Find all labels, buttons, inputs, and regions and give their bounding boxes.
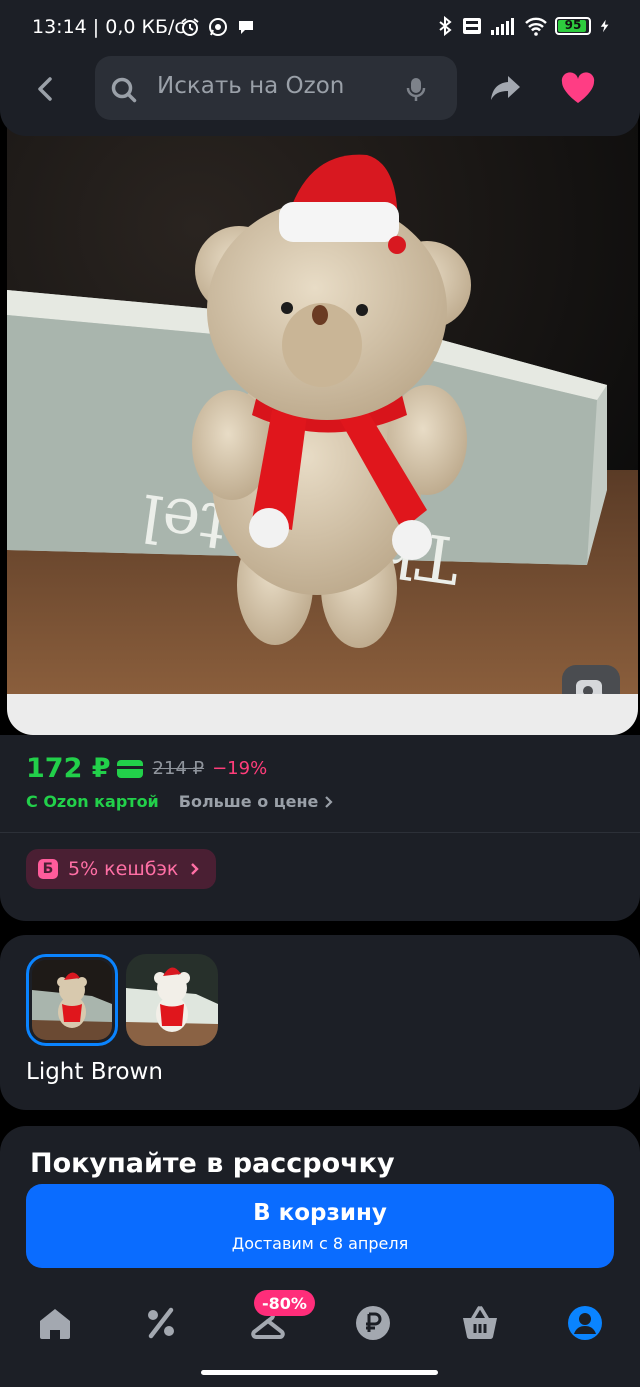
volte-icon (463, 18, 481, 34)
nav-cart[interactable] (458, 1301, 502, 1345)
bluetooth-icon (439, 16, 452, 36)
alarm-icon (181, 18, 199, 36)
battery-level: 95 (564, 18, 582, 32)
cashback-label: 5% кешбэк (68, 858, 179, 880)
status-time: 13:14 | 0,0 КБ/с (32, 16, 185, 38)
back-button[interactable] (28, 72, 62, 106)
price-row: 172 ₽ 214 ₽ −19% (26, 753, 267, 784)
divider (0, 832, 640, 833)
chat-icon (239, 21, 253, 34)
back-icon (38, 77, 52, 101)
price-section: 172 ₽ 214 ₽ −19% С Ozon картой Больше о … (0, 735, 640, 921)
variant-light-brown-thumbnail (32, 960, 112, 1040)
variant-white-thumbnail (126, 954, 218, 1046)
battery-icon: 95 (555, 17, 591, 35)
price-subline: С Ozon картой Больше о цене (26, 792, 334, 811)
profile-icon (568, 1306, 602, 1340)
home-icon (40, 1309, 70, 1339)
wifi-icon (525, 17, 547, 36)
add-to-cart-label: В корзину (253, 1200, 387, 1226)
cashback-button[interactable]: Б 5% кешбэк (26, 849, 217, 889)
nav-promotions[interactable] (139, 1301, 183, 1345)
nav-profile[interactable] (563, 1301, 607, 1345)
variant-light-brown[interactable] (26, 954, 118, 1046)
delivery-date-label: Доставим с 8 апреля (231, 1234, 409, 1253)
ozon-card-icon (116, 759, 143, 778)
installment-title: Покупайте в рассрочку (30, 1148, 395, 1179)
status-notification-icons (180, 17, 256, 37)
favorite-button[interactable] (559, 70, 597, 110)
bottom-navigation: -80% (0, 1268, 640, 1387)
image-search-button[interactable] (562, 665, 620, 694)
charging-icon (600, 19, 609, 33)
more-price-link[interactable]: Больше о цене (179, 792, 319, 811)
selected-variant-label: Light Brown (26, 1059, 163, 1085)
nav-home[interactable] (33, 1301, 77, 1345)
variant-selector: Light Brown (0, 935, 640, 1110)
chevron-right-icon (325, 795, 333, 808)
percent-icon (148, 1307, 174, 1339)
variant-thumbnail (32, 960, 112, 1040)
search-input[interactable]: Искать на Ozon (95, 56, 457, 120)
discount-badge: −19% (212, 758, 268, 779)
mic-icon[interactable] (405, 76, 427, 104)
price-old: 214 ₽ (152, 758, 205, 779)
product-gallery[interactable]: The Hotel (7, 110, 638, 735)
teddy-bear-photo: The Hotel (7, 110, 638, 694)
status-bar: 13:14 | 0,0 КБ/с 95 (0, 0, 640, 56)
image-search-icon (576, 680, 603, 694)
product-image[interactable]: The Hotel (7, 110, 638, 694)
signal-icon (491, 18, 514, 35)
cart-icon (463, 1306, 497, 1340)
heart-icon (561, 72, 595, 103)
top-app-bar: Искать на Ozon (0, 56, 640, 136)
share-icon (491, 76, 520, 100)
share-button[interactable] (488, 70, 524, 110)
fresh-discount-badge: -80% (254, 1290, 315, 1316)
ruble-icon (356, 1306, 390, 1340)
variant-thumbnail (126, 954, 218, 1046)
nav-finance[interactable] (351, 1301, 395, 1345)
whatsapp-icon (209, 18, 227, 36)
ozon-card-label: С Ozon картой (26, 792, 159, 811)
chevron-right-icon (191, 863, 200, 875)
add-to-cart-button[interactable]: В корзину Доставим с 8 апреля (26, 1184, 614, 1268)
status-system-icons: 95 (435, 16, 612, 36)
price-current: 172 ₽ (26, 753, 111, 784)
variant-white[interactable] (126, 954, 218, 1046)
search-placeholder: Искать на Ozon (157, 73, 345, 99)
home-indicator[interactable] (201, 1370, 438, 1375)
cashback-badge-icon: Б (38, 859, 58, 879)
search-icon (111, 77, 137, 103)
